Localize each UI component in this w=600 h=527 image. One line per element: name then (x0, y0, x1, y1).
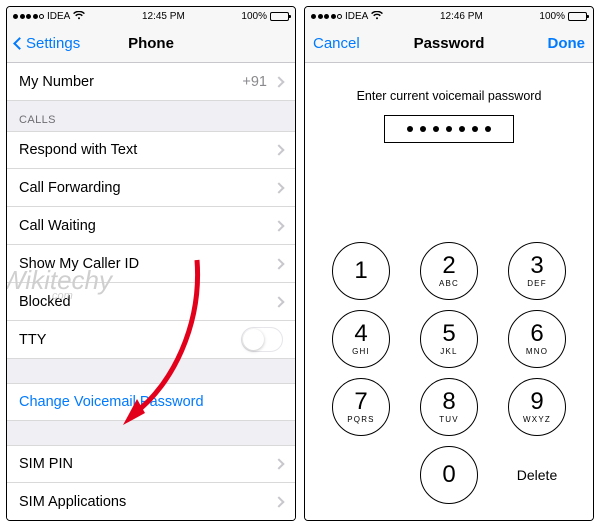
password-dot (446, 126, 452, 132)
row-label: My Number (19, 74, 242, 90)
battery-icon (568, 12, 587, 21)
row-sim-applications[interactable]: SIM Applications (7, 483, 295, 520)
row-call-waiting[interactable]: Call Waiting (7, 207, 295, 245)
chevron-right-icon (273, 496, 284, 507)
keypad-3[interactable]: 3DEF (508, 242, 566, 300)
keypad-num: 4 (354, 322, 367, 346)
password-prompt: Enter current voicemail password (357, 89, 542, 103)
battery-percent: 100% (241, 11, 267, 22)
wifi-icon (73, 11, 85, 22)
keypad-0[interactable]: 0 (420, 446, 478, 504)
chevron-right-icon (273, 458, 284, 469)
keypad-letters: MNO (526, 347, 548, 356)
nav-title: Phone (85, 35, 217, 52)
row-blocked[interactable]: Blocked (7, 283, 295, 321)
keypad-9[interactable]: 9WXYZ (508, 378, 566, 436)
cancel-button[interactable]: Cancel (313, 35, 383, 52)
keypad-letters: WXYZ (523, 415, 551, 424)
signal-dots-icon (13, 14, 44, 19)
password-dot (420, 126, 426, 132)
nav-title: Password (383, 35, 515, 52)
password-dot (433, 126, 439, 132)
keypad-letters: DEF (527, 279, 547, 288)
row-call-forwarding[interactable]: Call Forwarding (7, 169, 295, 207)
chevron-right-icon (273, 144, 284, 155)
row-tty[interactable]: TTY (7, 321, 295, 359)
keypad-num: 5 (442, 322, 455, 346)
nav-bar: Cancel Password Done (305, 25, 593, 63)
password-dot (472, 126, 478, 132)
keypad-2[interactable]: 2ABC (420, 242, 478, 300)
keypad-delete[interactable]: Delete (517, 467, 557, 483)
battery-percent: 100% (539, 11, 565, 22)
chevron-left-icon (13, 37, 26, 50)
keypad-blank (324, 444, 398, 506)
password-field[interactable] (384, 115, 514, 143)
keypad-1[interactable]: 1 (332, 242, 390, 300)
nav-bar: Settings Phone (7, 25, 295, 63)
keypad-num: 6 (530, 322, 543, 346)
keypad-letters: TUV (439, 415, 459, 424)
group-header-calls: CALLS (7, 101, 295, 131)
tty-toggle[interactable] (241, 327, 283, 352)
status-time: 12:45 PM (142, 11, 185, 22)
chevron-right-icon (273, 182, 284, 193)
row-respond-with-text[interactable]: Respond with Text (7, 131, 295, 169)
chevron-right-icon (273, 220, 284, 231)
row-change-voicemail-password[interactable]: Change Voicemail Password (7, 383, 295, 421)
password-dot (407, 126, 413, 132)
row-my-number[interactable]: My Number +91 (7, 63, 295, 101)
keypad-8[interactable]: 8TUV (420, 378, 478, 436)
keypad-num: 1 (354, 259, 367, 283)
status-bar: IDEA 12:45 PM 100% (7, 7, 295, 25)
settings-list: Wikitechy.com My Number +91 CALLS Respon… (7, 63, 295, 520)
battery-icon (270, 12, 289, 21)
wifi-icon (371, 11, 383, 22)
keypad-num: 8 (442, 390, 455, 414)
status-time: 12:46 PM (440, 11, 483, 22)
chevron-right-icon (273, 296, 284, 307)
carrier-label: IDEA (47, 11, 70, 22)
back-button[interactable]: Settings (15, 35, 85, 52)
keypad-num: 9 (530, 390, 543, 414)
keypad-7[interactable]: 7PQRS (332, 378, 390, 436)
done-button[interactable]: Done (515, 35, 585, 52)
keypad-num: 3 (530, 254, 543, 278)
carrier-label: IDEA (345, 11, 368, 22)
keypad-num: 2 (442, 254, 455, 278)
chevron-right-icon (273, 258, 284, 269)
keypad: 1 2ABC 3DEF 4GHI 5JKL 6MNO 7PQRS 8TUV 9WXYZ 0 Dele… (324, 240, 574, 506)
row-sim-pin[interactable]: SIM PIN (7, 445, 295, 483)
row-show-caller-id[interactable]: Show My Caller ID (7, 245, 295, 283)
keypad-6[interactable]: 6MNO (508, 310, 566, 368)
password-dot (459, 126, 465, 132)
status-bar: IDEA 12:46 PM 100% (305, 7, 593, 25)
keypad-5[interactable]: 5JKL (420, 310, 478, 368)
screen-password-entry: IDEA 12:46 PM 100% Cancel Password Done … (304, 6, 594, 521)
keypad-num: 0 (442, 463, 455, 487)
screen-phone-settings: IDEA 12:45 PM 100% Settings Phone Wikite… (6, 6, 296, 521)
keypad-letters: JKL (440, 347, 457, 356)
back-label: Settings (26, 35, 80, 52)
chevron-right-icon (273, 76, 284, 87)
password-area: Enter current voicemail password 12ABC3D… (305, 63, 593, 520)
keypad-letters: ABC (439, 279, 459, 288)
signal-dots-icon (311, 14, 342, 19)
keypad-letters: GHI (352, 347, 370, 356)
password-dot (485, 126, 491, 132)
keypad-4[interactable]: 4GHI (332, 310, 390, 368)
keypad-num: 7 (354, 390, 367, 414)
keypad-letters: PQRS (347, 415, 374, 424)
row-value: +91 (242, 74, 267, 90)
